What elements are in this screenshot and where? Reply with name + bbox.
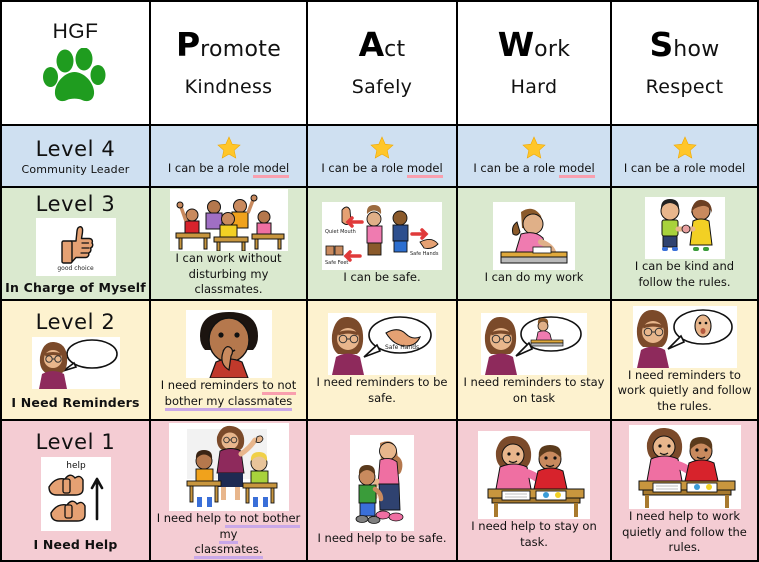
level-2-work-hard-cell: I need reminders to stay on task	[458, 301, 612, 419]
level-2-subtitle: I Need Reminders	[11, 395, 140, 410]
header-column-promote-kindness: P romote Kindness	[151, 2, 308, 124]
level-1-row: Level 1 help I Need Help I need help to …	[2, 421, 757, 560]
level-2-label-cell: Level 2 I Need Reminders	[2, 301, 151, 419]
level-1-promote-kindness-cell: I need help to not bother my classmates.	[151, 421, 308, 560]
level-2-work-text: I need reminders to stay on task	[463, 375, 605, 405]
level-1-act-text: I need help to be safe.	[317, 530, 447, 545]
level-3-title: Level 3	[35, 192, 116, 216]
header-sub-respect: Respect	[645, 76, 724, 98]
header-sub-kindness: Kindness	[184, 76, 273, 98]
level-1-title: Level 1	[35, 429, 116, 454]
level-3-label-cell: Level 3 good choice In Charge of Myself	[2, 188, 151, 299]
header-word-work: ork	[534, 37, 571, 62]
teacher-helping-two-students-image	[168, 423, 289, 512]
green-paw-print-icon	[42, 48, 109, 106]
level-3-work-text: I can do my work	[484, 269, 584, 284]
header-column-show-respect: S how Respect	[612, 2, 757, 124]
level-4-work-hard-cell: I can be a role model	[458, 126, 612, 186]
svg-text:Safe Hands: Safe Hands	[410, 251, 439, 257]
level-3-subtitle: In Charge of Myself	[5, 280, 146, 295]
level-4-row: Level 4 Community Leader I can be a role…	[2, 126, 757, 188]
level-2-show-respect-cell: I need reminders to work quietly and fol…	[612, 301, 757, 419]
level-2-promote-kindness-cell: I need reminders to not bother my classma…	[151, 301, 308, 419]
child-finger-to-lips-image	[185, 310, 272, 379]
level-3-show-respect-cell: I can be kind and follow the rules.	[612, 188, 757, 299]
girl-writing-at-desk-image	[493, 201, 575, 270]
level-1-respect-text: I need help to work quietly and follow t…	[622, 509, 747, 555]
header-sub-safely: Safely	[351, 76, 413, 98]
level-4-act-safely-cell: I can be a role model	[308, 126, 458, 186]
level-4-promote-kindness-cell: I can be a role model	[151, 126, 308, 186]
level-2-act-text: I need reminders to be safe.	[316, 375, 448, 405]
svg-text:Quiet Mouth: Quiet Mouth	[325, 229, 356, 235]
level-2-respect-text: I need reminders to work quietly and fol…	[617, 367, 752, 413]
header-capital-w: W	[497, 25, 535, 64]
two-children-holding-hands-image	[644, 196, 725, 259]
adult-helping-boy-at-desk-image	[478, 430, 590, 519]
level-1-promote-text: I need help to not bother my classmates.	[151, 511, 306, 560]
level-4-title: Level 4	[35, 136, 116, 161]
gold-star-icon	[522, 135, 546, 159]
level-2-promote-text: I need reminders to not bother my classma…	[156, 378, 301, 411]
svg-text:Safe Hands: Safe Hands	[385, 344, 419, 351]
level-1-work-hard-cell: I need help to stay on task.	[458, 421, 612, 560]
level-3-promote-kindness-cell: I can work without disturbing my classma…	[151, 188, 308, 299]
level-4-show-respect-cell: I can be a role model	[612, 126, 757, 186]
thumbs-up-caption: good choice	[57, 265, 94, 272]
level-3-act-text: I can be safe.	[343, 269, 421, 284]
sign-language-help-icon: help	[40, 456, 111, 531]
svg-text:Safe Feet: Safe Feet	[325, 260, 348, 266]
level-3-act-safely-cell: Quiet Mouth Safe Hands Safe Feet I can b…	[308, 188, 458, 299]
adult-helping-boy-at-desk-image	[628, 425, 741, 510]
thumbs-up-icon: good choice	[35, 218, 116, 276]
header-capital-s: S	[649, 25, 674, 64]
header-column-work-hard: W ork Hard	[458, 2, 612, 124]
school-logo-cell: HGF	[2, 2, 151, 124]
level-3-row: Level 3 good choice In Charge of Myself	[2, 188, 757, 301]
teacher-stay-on-task-bubble-image	[481, 313, 587, 376]
level-1-act-safely-cell: I need help to be safe.	[308, 421, 458, 560]
level-3-respect-text: I can be kind and follow the rules.	[634, 258, 735, 289]
header-word-promote: romote	[200, 37, 282, 62]
level-4-act-text: I can be a role model	[316, 160, 447, 178]
paws-behavior-matrix: HGF P romote Kindness A ct Safely W ork …	[0, 0, 759, 562]
teacher-quiet-face-bubble-image	[632, 305, 737, 368]
gold-star-icon	[370, 135, 394, 159]
students-raising-hands-image	[169, 189, 288, 252]
level-2-act-safely-cell: Safe Hands I need reminders to be safe.	[308, 301, 458, 419]
header-column-act-safely: A ct Safely	[308, 2, 458, 124]
header-word-act: ct	[384, 37, 406, 62]
quiet-mouth-safe-hands-safe-feet-image: Quiet Mouth Safe Hands Safe Feet	[322, 201, 442, 270]
level-4-label-cell: Level 4 Community Leader	[2, 126, 151, 186]
level-1-show-respect-cell: I need help to work quietly and follow t…	[612, 421, 757, 560]
level-2-row: Level 2 I Need Reminders I need reminder…	[2, 301, 757, 421]
level-1-work-text: I need help to stay on task.	[471, 518, 597, 549]
gold-star-icon	[216, 135, 241, 159]
level-1-subtitle: I Need Help	[33, 536, 118, 552]
level-4-work-text: I can be a role model	[468, 160, 599, 178]
level-3-work-hard-cell: I can do my work	[458, 188, 612, 299]
level-4-subtitle: Community Leader	[21, 162, 130, 176]
svg-text:help: help	[66, 461, 86, 471]
school-initials: HGF	[52, 20, 99, 43]
gold-star-icon	[672, 135, 697, 159]
teacher-speech-bubble-icon	[31, 337, 120, 389]
header-capital-a: A	[358, 25, 385, 64]
level-1-label-cell: Level 1 help I Need Help	[2, 421, 151, 560]
level-4-respect-text: I can be a role model	[623, 160, 746, 175]
level-2-title: Level 2	[35, 310, 116, 334]
header-word-show: how	[673, 37, 720, 62]
mother-and-child-walking-image	[350, 434, 414, 531]
level-3-promote-text: I can work without disturbing my classma…	[175, 251, 282, 297]
matrix-header-row: HGF P romote Kindness A ct Safely W ork …	[2, 2, 757, 126]
header-capital-p: P	[175, 25, 201, 64]
header-sub-hard: Hard	[510, 76, 558, 98]
teacher-safe-hands-bubble-image: Safe Hands	[328, 313, 436, 376]
level-4-promote-text: I can be a role model	[163, 160, 294, 178]
